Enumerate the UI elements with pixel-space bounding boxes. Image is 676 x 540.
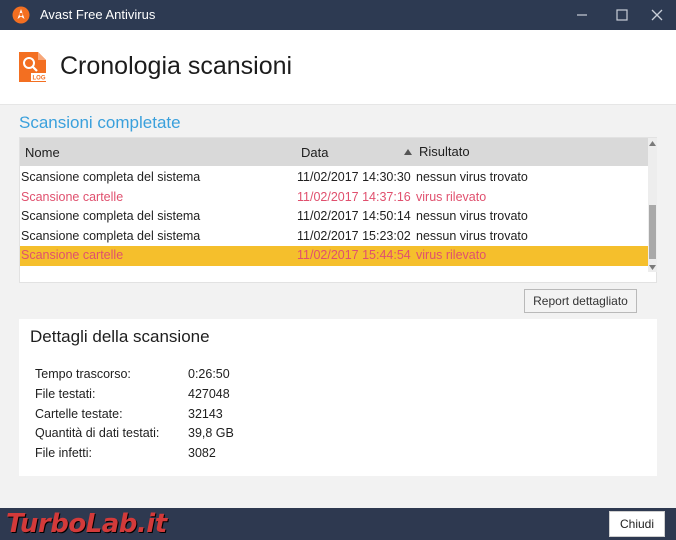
- row-result: virus rilevato: [416, 248, 487, 262]
- table-row[interactable]: Scansione cartelle 11/02/2017 14:37:16 v…: [20, 188, 648, 207]
- title-bar: Avast Free Antivirus: [0, 0, 676, 30]
- table-row[interactable]: Scansione completa del sistema 11/02/201…: [20, 207, 648, 226]
- table-row[interactable]: Scansione completa del sistema 11/02/201…: [20, 168, 648, 187]
- details-title: Dettagli della scansione: [30, 327, 210, 346]
- scrollbar-thumb[interactable]: [649, 205, 656, 259]
- table-header: Nome Data Risultato: [20, 138, 648, 166]
- page-title: Cronologia scansioni: [60, 52, 293, 80]
- minimize-button[interactable]: [563, 0, 601, 30]
- sort-ascending-icon: [404, 149, 412, 155]
- scans-table: Nome Data Risultato Scansione completa d…: [19, 137, 657, 283]
- detail-value: 32143: [188, 407, 223, 421]
- row-date: 11/02/2017 14:50:14: [297, 209, 411, 223]
- avast-logo-icon: [12, 6, 30, 24]
- row-result: virus rilevato: [416, 190, 487, 204]
- scan-details-panel: Dettagli della scansione Tempo trascorso…: [19, 319, 657, 476]
- close-icon: [651, 9, 663, 21]
- detail-value: 427048: [188, 387, 230, 401]
- row-date: 11/02/2017 15:44:54: [297, 248, 411, 262]
- detail-label: File testati:: [35, 387, 96, 401]
- maximize-button[interactable]: [603, 0, 641, 30]
- maximize-icon: [616, 9, 628, 21]
- scan-log-icon: LOG: [19, 52, 47, 82]
- column-header-result[interactable]: Risultato: [419, 144, 470, 159]
- row-name: Scansione cartelle: [21, 190, 124, 204]
- row-name: Scansione cartelle: [21, 248, 124, 262]
- detail-label: Quantità di dati testati:: [35, 426, 160, 440]
- column-header-date[interactable]: Data: [301, 145, 328, 160]
- table-row[interactable]: Scansione completa del sistema 11/02/201…: [20, 227, 648, 246]
- table-scrollbar[interactable]: [648, 138, 657, 272]
- scroll-up-icon: [649, 140, 656, 146]
- row-result: nessun virus trovato: [416, 209, 528, 223]
- detail-row: Cartelle testate: 32143: [35, 407, 435, 425]
- detail-row: Tempo trascorso: 0:26:50: [35, 367, 435, 385]
- main-content: Scansioni completate Nome Data Risultato…: [0, 105, 676, 508]
- row-name: Scansione completa del sistema: [21, 170, 201, 184]
- detail-value: 3082: [188, 446, 216, 460]
- window-title: Avast Free Antivirus: [40, 7, 156, 22]
- close-button[interactable]: Chiudi: [609, 511, 665, 537]
- column-header-name[interactable]: Nome: [25, 145, 60, 160]
- detail-row: Quantità di dati testati: 39,8 GB: [35, 426, 435, 444]
- row-result: nessun virus trovato: [416, 229, 528, 243]
- row-name: Scansione completa del sistema: [21, 209, 201, 223]
- detail-label: Tempo trascorso:: [35, 367, 131, 381]
- row-result: nessun virus trovato: [416, 170, 528, 184]
- detail-row: File infetti: 3082: [35, 446, 435, 464]
- detail-value: 39,8 GB: [188, 426, 234, 440]
- minimize-icon: [577, 14, 587, 16]
- log-badge-text: LOG: [33, 76, 46, 82]
- row-date: 11/02/2017 14:37:16: [297, 190, 411, 204]
- window-close-button[interactable]: [638, 0, 676, 30]
- section-title: Scansioni completate: [19, 113, 181, 132]
- row-date: 11/02/2017 15:23:02: [297, 229, 411, 243]
- table-row-selected[interactable]: Scansione cartelle 11/02/2017 15:44:54 v…: [20, 246, 648, 266]
- detail-label: Cartelle testate:: [35, 407, 123, 421]
- detail-label: File infetti:: [35, 446, 92, 460]
- page-header: LOG Cronologia scansioni: [0, 30, 676, 105]
- detail-value: 0:26:50: [188, 367, 230, 381]
- detail-row: File testati: 427048: [35, 387, 435, 405]
- watermark-logo: TurboLab.it: [6, 509, 167, 539]
- scroll-down-icon: [649, 264, 656, 270]
- row-name: Scansione completa del sistema: [21, 229, 201, 243]
- row-date: 11/02/2017 14:30:30: [297, 170, 411, 184]
- scroll-up-button[interactable]: [648, 138, 657, 148]
- detailed-report-button[interactable]: Report dettagliato: [524, 289, 637, 313]
- footer-bar: TurboLab.it Chiudi: [0, 508, 676, 540]
- scroll-down-button[interactable]: [648, 262, 657, 272]
